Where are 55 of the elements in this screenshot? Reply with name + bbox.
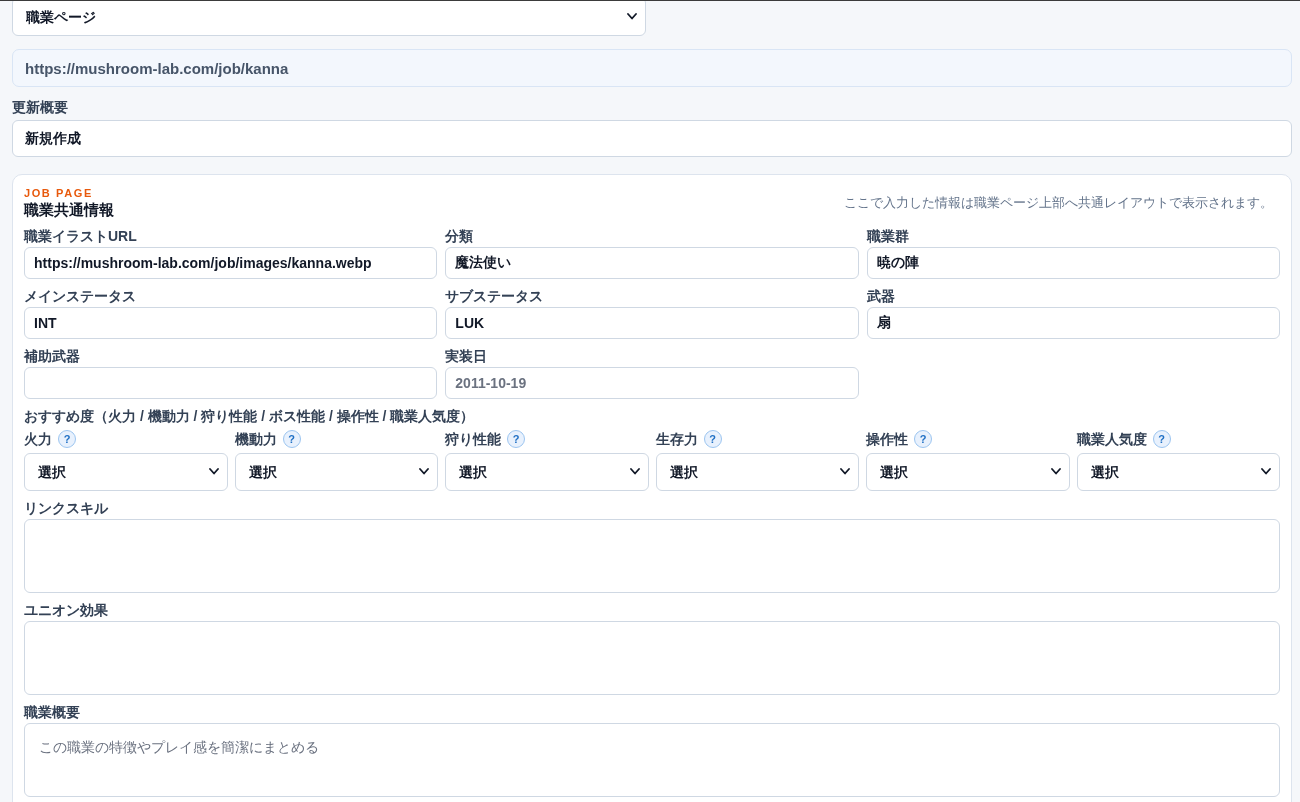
rating-label: 火力 [24, 430, 52, 448]
rating-select[interactable]: 選択 [445, 453, 649, 491]
text-input[interactable]: 2011-10-19 [445, 367, 859, 399]
rating-select[interactable]: 選択 [655, 453, 859, 491]
rating-select[interactable]: 選択 [24, 453, 228, 491]
rating-label: 機動力 [234, 430, 277, 448]
chevron-down-icon [627, 12, 637, 20]
field-label: リンクスキル [24, 499, 109, 517]
rating-label: 生存力 [655, 430, 698, 448]
text-input[interactable]: 新規作成 [12, 120, 1292, 157]
text-input[interactable]: LUK [445, 307, 859, 339]
field-label: 職業イラストURL [24, 227, 138, 245]
chevron-down-icon [1050, 468, 1061, 475]
rating-select[interactable]: 選択 [234, 453, 438, 491]
field-label: 実装日 [445, 347, 489, 365]
text-input[interactable]: 扇 [866, 307, 1280, 339]
rating-title: おすすめ度（火力 / 機動力 / 狩り性能 / ボス性能 / 操作性 / 職業人気度） [24, 407, 476, 425]
text-input[interactable]: INT [24, 307, 438, 339]
text-input[interactable]: 魔法使い [445, 247, 859, 279]
field-label: サブステータス [445, 287, 545, 305]
field-label: 更新概要 [12, 98, 69, 116]
section-note: ここで入力した情報は職業ページ上部へ共通レイアウトで表示されます。 [844, 195, 1273, 211]
help-mark[interactable]: ? [914, 430, 932, 448]
help-mark[interactable]: ? [282, 430, 301, 448]
rating-select[interactable]: 選択 [1076, 453, 1280, 491]
field-label: 分類 [445, 227, 475, 245]
text-input[interactable]: https://mushroom-lab.com/job/images/kanna.webp [24, 247, 438, 279]
rating-label: 職業人気度 [1076, 430, 1147, 448]
field-label: 補助武器 [24, 347, 81, 365]
help-mark[interactable]: ? [507, 430, 525, 448]
text-input[interactable]: 暁の陣 [866, 247, 1280, 279]
field-label: メインステータス [24, 287, 137, 305]
help-mark[interactable]: ? [58, 430, 76, 448]
url-display: https://mushroom-lab.com/job/kanna [12, 49, 1292, 87]
section-title: 職業共通情報 [24, 200, 114, 220]
text-area[interactable] [24, 519, 1280, 593]
chevron-down-icon [629, 468, 640, 475]
text-area[interactable] [24, 621, 1280, 695]
text-area[interactable]: この職業の特徴やプレイ感を簡潔にまとめる [24, 723, 1280, 797]
chevron-down-icon [208, 468, 219, 475]
chevron-down-icon [419, 468, 429, 475]
field-label: 武器 [866, 287, 896, 305]
section-eyebrow: JOB PAGE [24, 186, 94, 200]
rating-label: 操作性 [866, 430, 908, 448]
help-mark[interactable]: ? [1152, 430, 1171, 448]
field-label: 職業群 [866, 227, 910, 245]
field-label: ユニオン効果 [24, 601, 109, 619]
field-label: 職業概要 [24, 703, 81, 721]
chevron-down-icon [840, 468, 850, 475]
chevron-down-icon [1261, 468, 1271, 475]
rating-label: 狩り性能 [445, 430, 501, 448]
page-type-select[interactable]: 職業ページ [12, 1, 646, 36]
text-input[interactable] [24, 367, 438, 399]
rating-select[interactable]: 選択 [866, 453, 1070, 491]
help-mark[interactable]: ? [703, 430, 722, 448]
